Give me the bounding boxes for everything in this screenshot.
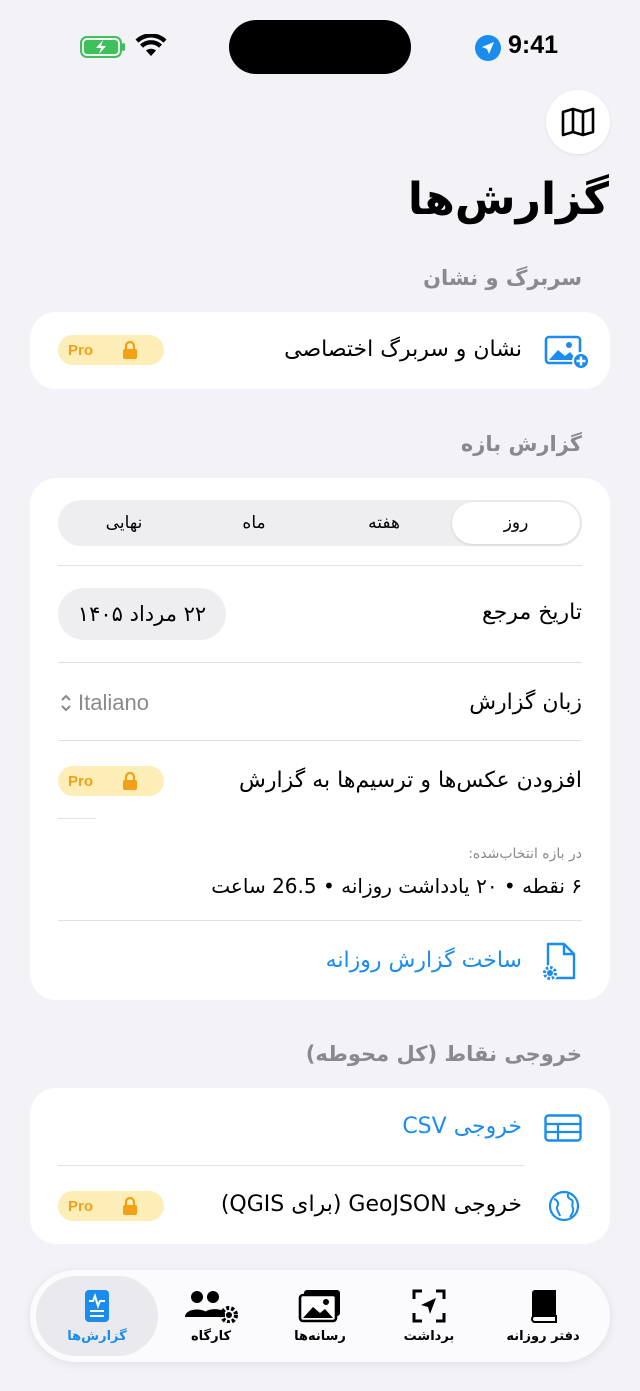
globe-icon: [548, 1190, 580, 1226]
doc-gear-icon: [542, 942, 580, 986]
summary-value: ۶ نقطه • ۲۰ یادداشت روزانه • 26.5 ساعت: [211, 874, 582, 898]
tab-daily-log[interactable]: دفتر روزانه: [482, 1276, 604, 1356]
divider: [58, 818, 96, 819]
reference-date-label: تاریخ مرجع: [482, 600, 582, 625]
range-report-card: روز هفته ماه نهایی تاریخ مرجع ۲۲ مرداد ۱…: [30, 478, 610, 1000]
divider: [58, 1165, 524, 1166]
status-time: 9:41: [508, 31, 559, 59]
tab-workshop[interactable]: کارگاه: [150, 1276, 272, 1356]
photos-icon: [298, 1289, 340, 1322]
add-media-row[interactable]: افزودن عکس‌ها و ترسیم‌ها به گزارش: [239, 768, 582, 793]
pro-badge: Pro: [58, 766, 164, 796]
tab-bar: گزارش‌ها کارگاه رسانه‌ها برداشت: [30, 1270, 610, 1362]
export-geojson-row[interactable]: خروجی GeoJSON (برای QGIS): [221, 1192, 522, 1217]
map-icon: [561, 107, 595, 137]
segment-final[interactable]: نهایی: [60, 500, 188, 546]
chevron-up-down-icon: [61, 694, 71, 712]
export-csv-button[interactable]: خروجی CSV: [402, 1114, 522, 1139]
map-button[interactable]: [546, 90, 610, 154]
wifi-icon: [135, 33, 167, 62]
divider: [58, 662, 582, 663]
lock-icon: [123, 772, 137, 790]
pro-badge: Pro: [58, 335, 164, 365]
report-icon: [85, 1289, 109, 1322]
divider: [58, 565, 582, 566]
report-language-label: زبان گزارش: [469, 690, 582, 715]
tab-capture[interactable]: برداشت: [368, 1276, 490, 1356]
range-segmented-control: روز هفته ماه نهایی: [58, 500, 582, 546]
segment-day[interactable]: روز: [452, 502, 580, 544]
image-add-icon: [544, 334, 590, 374]
capture-location-icon: [412, 1289, 446, 1322]
table-icon: [544, 1114, 582, 1146]
divider: [58, 740, 582, 741]
lock-icon: [123, 341, 137, 359]
battery-icon: [80, 35, 126, 63]
divider: [58, 920, 582, 921]
lock-icon: [123, 1197, 137, 1215]
summary-caption: در بازه انتخاب‌شده:: [468, 846, 582, 862]
dynamic-island: [229, 20, 411, 74]
book-icon: [530, 1289, 557, 1323]
section-label-watermark: سربرگ و نشان: [423, 266, 582, 290]
section-label-export: خروجی نقاط (کل محوطه): [305, 1042, 582, 1066]
export-card: خروجی CSV خروجی GeoJSON (برای QGIS) Pro: [30, 1088, 610, 1244]
page-title: گزارش‌ها: [407, 174, 609, 225]
tab-reports[interactable]: گزارش‌ها: [36, 1276, 158, 1356]
segment-week[interactable]: هفته: [320, 500, 448, 546]
watermark-card: نشان و سربرگ اختصاصی Pro: [30, 312, 610, 389]
people-gear-icon: [185, 1290, 238, 1323]
language-picker[interactable]: Italiano: [60, 690, 149, 716]
segment-month[interactable]: ماه: [190, 500, 318, 546]
section-label-range-report: گزارش بازه: [460, 432, 582, 456]
custom-watermark-row[interactable]: نشان و سربرگ اختصاصی: [284, 337, 522, 362]
pro-badge: Pro: [58, 1191, 164, 1221]
tab-media[interactable]: رسانه‌ها: [259, 1276, 381, 1356]
build-daily-report-button[interactable]: ساخت گزارش روزانه: [326, 948, 522, 973]
location-icon: [475, 35, 501, 61]
reference-date-picker[interactable]: ۲۲ مرداد ۱۴۰۵: [58, 588, 226, 640]
